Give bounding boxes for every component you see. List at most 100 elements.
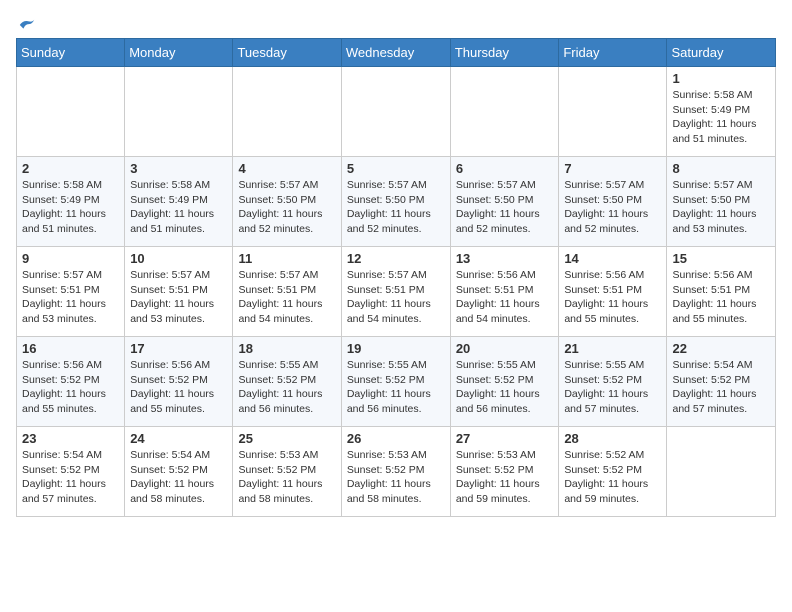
calendar-day-header: Thursday (450, 39, 559, 67)
calendar-cell: 26Sunrise: 5:53 AM Sunset: 5:52 PM Dayli… (341, 427, 450, 517)
calendar-cell: 10 Sunrise: 5:57 AM Sunset: 5:51 PM Dayli… (125, 247, 233, 337)
calendar-cell: 23Sunrise: 5:54 AM Sunset: 5:52 PM Dayli… (17, 427, 125, 517)
calendar-cell: 1 Sunrise: 5:58 AM Sunset: 5:49 PM Daylig… (667, 67, 776, 157)
day-number: 26 (347, 431, 445, 446)
day-info: Sunrise: 5:54 AM Sunset: 5:52 PM Dayligh… (130, 448, 227, 507)
calendar-day-header: Saturday (667, 39, 776, 67)
day-number: 20 (456, 341, 554, 356)
day-info: Sunrise: 5:56 AM Sunset: 5:51 PM Dayligh… (564, 268, 661, 327)
day-info: Sunrise: 5:57 AM Sunset: 5:50 PM Dayligh… (672, 178, 770, 237)
day-number: 5 (347, 161, 445, 176)
day-info: Sunrise: 5:57 AM Sunset: 5:50 PM Dayligh… (347, 178, 445, 237)
calendar-cell: 2 Sunrise: 5:58 AM Sunset: 5:49 PM Daylig… (17, 157, 125, 247)
calendar-cell: 11 Sunrise: 5:57 AM Sunset: 5:51 PM Dayli… (233, 247, 341, 337)
day-number: 22 (672, 341, 770, 356)
calendar-cell: 19Sunrise: 5:55 AM Sunset: 5:52 PM Dayli… (341, 337, 450, 427)
calendar-week-row: 9 Sunrise: 5:57 AM Sunset: 5:51 PM Daylig… (17, 247, 776, 337)
calendar-cell: 27 Sunrise: 5:53 AM Sunset: 5:52 PM Dayli… (450, 427, 559, 517)
calendar-day-header: Wednesday (341, 39, 450, 67)
day-number: 8 (672, 161, 770, 176)
calendar-cell (559, 67, 667, 157)
day-number: 21 (564, 341, 661, 356)
day-info: Sunrise: 5:53 AM Sunset: 5:52 PM Dayligh… (238, 448, 335, 507)
calendar-cell: 14 Sunrise: 5:56 AM Sunset: 5:51 PM Dayli… (559, 247, 667, 337)
calendar-cell: 24 Sunrise: 5:54 AM Sunset: 5:52 PM Dayli… (125, 427, 233, 517)
calendar-cell: 16 Sunrise: 5:56 AM Sunset: 5:52 PM Dayli… (17, 337, 125, 427)
calendar-week-row: 1 Sunrise: 5:58 AM Sunset: 5:49 PM Daylig… (17, 67, 776, 157)
calendar-cell: 8 Sunrise: 5:57 AM Sunset: 5:50 PM Daylig… (667, 157, 776, 247)
day-number: 17 (130, 341, 227, 356)
calendar-cell: 22 Sunrise: 5:54 AM Sunset: 5:52 PM Dayli… (667, 337, 776, 427)
day-info: Sunrise: 5:58 AM Sunset: 5:49 PM Dayligh… (22, 178, 119, 237)
calendar-cell (233, 67, 341, 157)
calendar-cell: 6 Sunrise: 5:57 AM Sunset: 5:50 PM Daylig… (450, 157, 559, 247)
day-number: 25 (238, 431, 335, 446)
calendar-cell: 15 Sunrise: 5:56 AM Sunset: 5:51 PM Dayli… (667, 247, 776, 337)
day-number: 13 (456, 251, 554, 266)
day-info: Sunrise: 5:56 AM Sunset: 5:51 PM Dayligh… (672, 268, 770, 327)
day-info: Sunrise: 5:56 AM Sunset: 5:51 PM Dayligh… (456, 268, 554, 327)
calendar-header-row: SundayMondayTuesdayWednesdayThursdayFrid… (17, 39, 776, 67)
calendar-cell: 17 Sunrise: 5:56 AM Sunset: 5:52 PM Dayli… (125, 337, 233, 427)
calendar-cell: 13 Sunrise: 5:56 AM Sunset: 5:51 PM Dayli… (450, 247, 559, 337)
calendar-cell: 5 Sunrise: 5:57 AM Sunset: 5:50 PM Daylig… (341, 157, 450, 247)
day-info: Sunrise: 5:56 AM Sunset: 5:52 PM Dayligh… (22, 358, 119, 417)
day-info: Sunrise: 5:58 AM Sunset: 5:49 PM Dayligh… (130, 178, 227, 237)
day-number: 2 (22, 161, 119, 176)
day-info: Sunrise: 5:57 AM Sunset: 5:50 PM Dayligh… (238, 178, 335, 237)
calendar-week-row: 23 Sunrise: 5:54 AM Sunset: 5:52 PM Dayli… (17, 427, 776, 517)
day-info: Sunrise: 5:54 AM Sunset: 5:52 PM Dayligh… (672, 358, 770, 417)
calendar-cell (341, 67, 450, 157)
day-number: 28 (564, 431, 661, 446)
day-number: 18 (238, 341, 335, 356)
day-info: Sunrise: 5:57 AM Sunset: 5:50 PM Dayligh… (564, 178, 661, 237)
day-info: Sunrise: 5:57 AM Sunset: 5:51 PM Dayligh… (130, 268, 227, 327)
day-number: 14 (564, 251, 661, 266)
day-number: 16 (22, 341, 119, 356)
calendar-week-row: 16 Sunrise: 5:56 AM Sunset: 5:52 PM Dayli… (17, 337, 776, 427)
page-header (16, 16, 776, 30)
day-number: 9 (22, 251, 119, 266)
day-number: 24 (130, 431, 227, 446)
calendar-day-header: Sunday (17, 39, 125, 67)
day-info: Sunrise: 5:57 AM Sunset: 5:51 PM Dayligh… (22, 268, 119, 327)
day-info: Sunrise: 5:58 AM Sunset: 5:49 PM Dayligh… (672, 88, 770, 147)
day-number: 7 (564, 161, 661, 176)
calendar-cell: 20 Sunrise: 5:55 AM Sunset: 5:52 PM Dayli… (450, 337, 559, 427)
calendar-cell: 9 Sunrise: 5:57 AM Sunset: 5:51 PM Daylig… (17, 247, 125, 337)
day-number: 10 (130, 251, 227, 266)
day-number: 1 (672, 71, 770, 86)
calendar-cell: 3 Sunrise: 5:58 AM Sunset: 5:49 PM Daylig… (125, 157, 233, 247)
calendar-day-header: Tuesday (233, 39, 341, 67)
day-info: Sunrise: 5:55 AM Sunset: 5:52 PM Dayligh… (456, 358, 554, 417)
day-info: Sunrise: 5:57 AM Sunset: 5:50 PM Dayligh… (456, 178, 554, 237)
calendar-cell: 21 Sunrise: 5:55 AM Sunset: 5:52 PM Dayli… (559, 337, 667, 427)
day-number: 4 (238, 161, 335, 176)
calendar-day-header: Monday (125, 39, 233, 67)
day-number: 27 (456, 431, 554, 446)
calendar-cell: 25 Sunrise: 5:53 AM Sunset: 5:52 PM Dayli… (233, 427, 341, 517)
day-number: 19 (347, 341, 445, 356)
day-info: Sunrise: 5:56 AM Sunset: 5:52 PM Dayligh… (130, 358, 227, 417)
day-info: Sunrise: 5:55 AM Sunset: 5:52 PM Dayligh… (564, 358, 661, 417)
logo (16, 16, 36, 30)
day-info: Sunrise: 5:57 AM Sunset: 5:51 PM Dayligh… (238, 268, 335, 327)
day-number: 6 (456, 161, 554, 176)
day-number: 23 (22, 431, 119, 446)
calendar-cell: 12 Sunrise: 5:57 AM Sunset: 5:51 PM Dayli… (341, 247, 450, 337)
calendar-table: SundayMondayTuesdayWednesdayThursdayFrid… (16, 38, 776, 517)
day-info: Sunrise: 5:52 AM Sunset: 5:52 PM Dayligh… (564, 448, 661, 507)
calendar-cell: 18 Sunrise: 5:55 AM Sunset: 5:52 PM Dayli… (233, 337, 341, 427)
day-number: 11 (238, 251, 335, 266)
day-info: Sunrise: 5:53 AM Sunset: 5:52 PM Dayligh… (456, 448, 554, 507)
day-number: 12 (347, 251, 445, 266)
calendar-cell (450, 67, 559, 157)
day-info: Sunrise: 5:55 AM Sunset: 5:52 PM Dayligh… (238, 358, 335, 417)
day-number: 15 (672, 251, 770, 266)
calendar-cell: 7 Sunrise: 5:57 AM Sunset: 5:50 PM Daylig… (559, 157, 667, 247)
day-number: 3 (130, 161, 227, 176)
calendar-cell (667, 427, 776, 517)
calendar-cell (125, 67, 233, 157)
calendar-week-row: 2 Sunrise: 5:58 AM Sunset: 5:49 PM Daylig… (17, 157, 776, 247)
day-info: Sunrise: 5:57 AM Sunset: 5:51 PM Dayligh… (347, 268, 445, 327)
